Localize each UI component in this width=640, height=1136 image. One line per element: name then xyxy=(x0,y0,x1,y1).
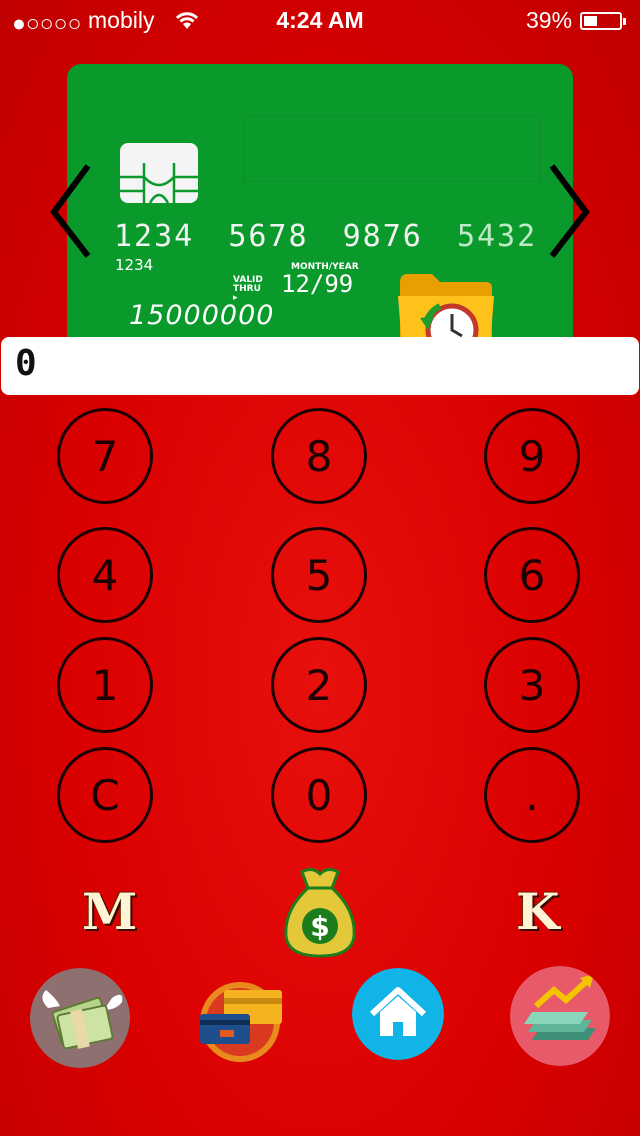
key-2[interactable]: 2 xyxy=(271,637,367,733)
key-decimal[interactable]: . xyxy=(484,747,580,843)
svg-text:$: $ xyxy=(310,910,329,943)
key-3[interactable]: 3 xyxy=(484,637,580,733)
key-4[interactable]: 4 xyxy=(57,527,153,623)
key-5[interactable]: 5 xyxy=(271,527,367,623)
battery-icon xyxy=(580,12,626,30)
chevron-left-icon[interactable] xyxy=(46,160,94,260)
card-number-group-1: 1234 xyxy=(114,219,195,254)
key-8[interactable]: 8 xyxy=(271,408,367,504)
credit-card[interactable]: 1234 5678 9876 5432 1234 VALID THRU ▸ MO… xyxy=(67,64,573,364)
battery-percent: 39% xyxy=(526,7,573,33)
money-growth-icon[interactable] xyxy=(510,966,610,1066)
amount-display[interactable]: 0 xyxy=(1,337,639,395)
key-7[interactable]: 7 xyxy=(57,408,153,504)
k-button[interactable]: K xyxy=(516,882,559,941)
card-number-group-4: 5432 xyxy=(456,219,538,254)
chevron-right-icon[interactable] xyxy=(546,160,594,260)
key-clear[interactable]: C xyxy=(57,747,153,843)
key-0[interactable]: 0 xyxy=(271,747,367,843)
home-icon[interactable] xyxy=(352,968,444,1060)
key-1[interactable]: 1 xyxy=(57,637,153,733)
valid-thru-label: VALID THRU ▸ xyxy=(233,275,263,303)
money-bag-icon[interactable]: $ xyxy=(282,864,358,960)
card-number-group-2: 5678 xyxy=(228,219,309,254)
flying-money-icon[interactable] xyxy=(30,968,130,1068)
card-balance: 15000000 xyxy=(129,300,275,331)
status-bar: ●○○○○ mobily 4:24 AM 39% xyxy=(0,0,640,40)
m-button[interactable]: M xyxy=(82,882,137,941)
cards-wallet-icon[interactable] xyxy=(194,968,294,1068)
card-chip-icon xyxy=(120,143,198,203)
amount-display-value: 0 xyxy=(15,343,37,384)
key-6[interactable]: 6 xyxy=(484,527,580,623)
card-expiry: 12/99 xyxy=(281,270,354,298)
card-small-number: 1234 xyxy=(115,256,154,274)
key-9[interactable]: 9 xyxy=(484,408,580,504)
card-number-group-3: 9876 xyxy=(342,219,423,254)
card-signature-area xyxy=(243,116,541,182)
card-number: 1234 5678 9876 5432 xyxy=(114,219,537,254)
